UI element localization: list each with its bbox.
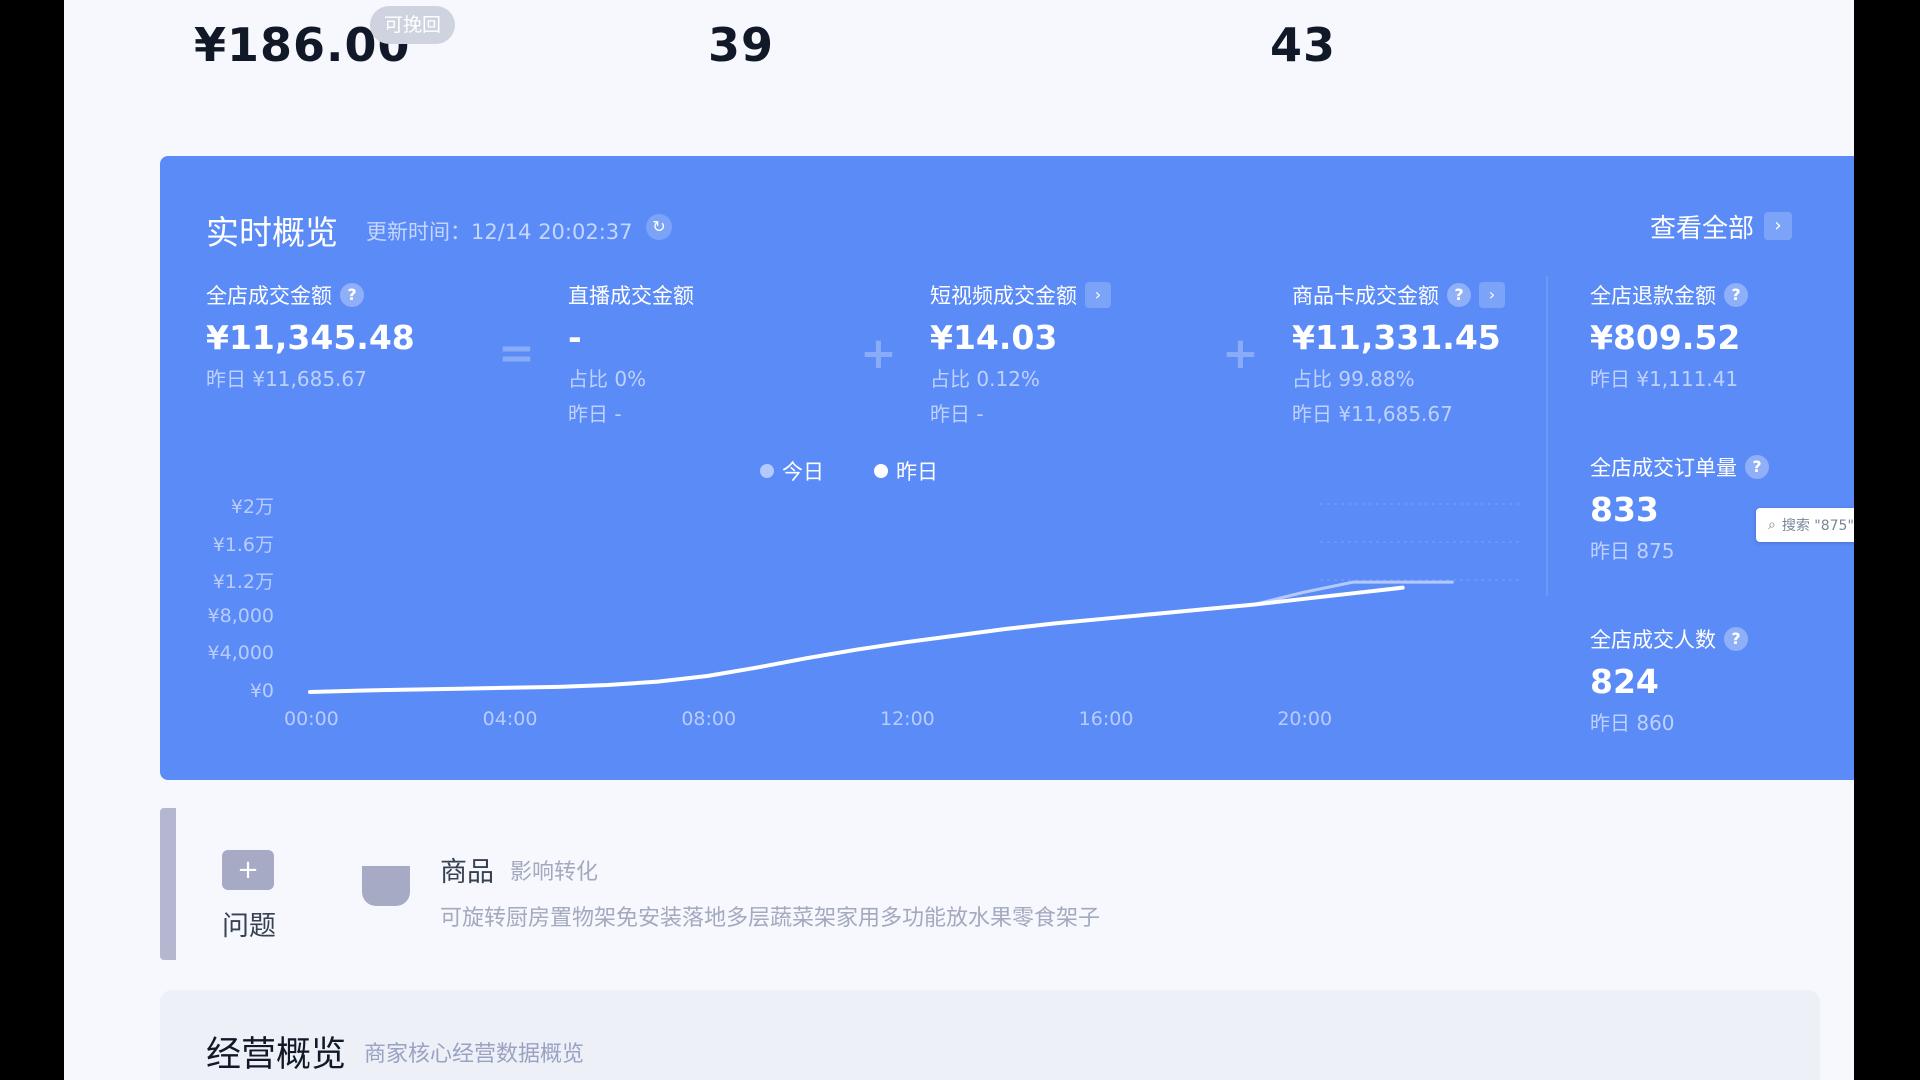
- medical-kit-icon: +: [222, 850, 274, 890]
- realtime-overview-panel: 实时概览 更新时间：12/14 20:02:37 ↻ 查看全部 › 全店成交金额…: [160, 156, 1854, 780]
- issue-card[interactable]: + 问题 商品 影响转化 可旋转厨房置物架免安装落地多层蔬菜架家用多功能放水果零…: [160, 808, 1660, 960]
- goods-description[interactable]: 可旋转厨房置物架免安装落地多层蔬菜架家用多功能放水果零食架子: [440, 900, 1100, 932]
- dashboard-page: ¥186.00 可挽回 39 43 实时概览 更新时间：12/14 20:02:…: [64, 0, 1854, 1080]
- business-subtitle: 商家核心经营数据概览: [364, 1042, 585, 1067]
- business-overview-card: 经营概览 商家核心经营数据概览: [160, 990, 1820, 1080]
- series-line-today: [308, 585, 1405, 694]
- goods-tag: 影响转化: [510, 860, 599, 885]
- goods-title: 商品: [440, 857, 494, 888]
- series-line-yesterday: [308, 580, 1454, 694]
- issue-accent-bar: [160, 808, 176, 960]
- issue-label: 问题: [222, 911, 276, 942]
- recoverable-badge[interactable]: 可挽回: [370, 6, 456, 44]
- metric-count-a: 39: [708, 18, 775, 72]
- basket-icon: [362, 866, 410, 906]
- metric-count-b: 43: [1270, 18, 1337, 72]
- business-title: 经营概览: [206, 1035, 347, 1075]
- gmv-line-chart: [308, 503, 1520, 694]
